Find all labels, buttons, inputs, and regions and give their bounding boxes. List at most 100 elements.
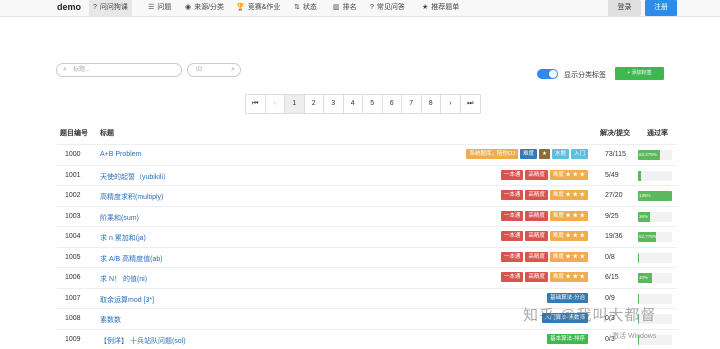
nav-contest[interactable]: 🏆竞赛&作业: [232, 0, 284, 16]
pass-rate-bar: 63.478%: [638, 150, 672, 160]
problem-title-link[interactable]: 求 A/B 高精度值(ab): [100, 254, 163, 264]
problem-title-link[interactable]: 阶乘和(sum): [100, 213, 139, 223]
tag-list: 基本算法-排序: [547, 334, 588, 344]
tag-badge[interactable]: 难度 ★ ★ ★: [550, 190, 588, 200]
tag-badge[interactable]: 高精度: [525, 231, 548, 241]
tag-badge[interactable]: 难度 ★ ★ ★: [550, 272, 588, 282]
add-tag-button[interactable]: + 添加标签: [615, 67, 664, 80]
page-button[interactable]: 1: [285, 95, 305, 113]
header-submit: 解决/提交: [600, 128, 630, 138]
tag-badge[interactable]: 水题: [552, 149, 569, 159]
tag-badge[interactable]: 难度 ★ ★ ★: [550, 211, 588, 221]
nav-status[interactable]: ⇅状态: [290, 0, 321, 16]
tag-badge[interactable]: 入门: [571, 149, 588, 159]
problem-title-link[interactable]: A+B Problem: [100, 151, 141, 158]
tag-badge[interactable]: 难度: [520, 149, 537, 159]
solved-submitted: 0/9: [605, 295, 615, 302]
search-input[interactable]: ⌕ 标题...: [56, 63, 182, 77]
table-row: 1004 求 n 累加和(ja) 一本通高精度难度 ★ ★ ★ 19/36 52…: [57, 226, 677, 247]
first-page-icon[interactable]: ⏮: [246, 95, 266, 113]
nav-faq[interactable]: ?常见问答: [366, 0, 409, 16]
problem-id: 1005: [65, 254, 81, 261]
problem-id: 1000: [65, 151, 81, 158]
tag-badge[interactable]: 高精度: [525, 272, 548, 282]
page-button[interactable]: 8: [422, 95, 442, 113]
tag-list: 一本通高精度难度 ★ ★ ★: [501, 252, 588, 262]
id-input[interactable]: ID ⌕: [187, 63, 241, 77]
nav-recommend[interactable]: ★推荐题单: [418, 0, 463, 16]
show-tags-toggle[interactable]: [537, 69, 558, 79]
tag-badge[interactable]: 高精度: [525, 190, 548, 200]
prev-page-icon[interactable]: ‹: [266, 95, 286, 113]
next-page-icon[interactable]: ›: [441, 95, 461, 113]
tag-badge[interactable]: 一本通: [501, 272, 524, 282]
tag-badge[interactable]: 一本通: [501, 211, 524, 221]
header-id: 题目编号: [60, 128, 88, 138]
solved-submitted: 27/20: [605, 192, 623, 199]
tag-badge[interactable]: 一本通: [501, 252, 524, 262]
nav-problems[interactable]: ☰问题: [144, 0, 175, 16]
pass-rate-bar: 36%: [638, 212, 672, 222]
tag-badge[interactable]: 高精度: [525, 170, 548, 180]
pass-rate-fill: [638, 171, 641, 181]
page-button[interactable]: 2: [305, 95, 325, 113]
problem-id: 1001: [65, 172, 81, 179]
tag-badge[interactable]: 高精度: [525, 211, 548, 221]
tag-badge[interactable]: 难度 ★ ★ ★: [550, 252, 588, 262]
nav-rank[interactable]: ▥排名: [329, 0, 361, 16]
tag-badge[interactable]: 一本通: [501, 231, 524, 241]
pass-rate-bar: 135%: [638, 191, 672, 201]
nav-questions[interactable]: ?问问狗课: [89, 0, 132, 16]
tag-badge[interactable]: 一本通: [501, 170, 524, 180]
register-button[interactable]: 注册: [645, 0, 677, 16]
header-rate: 通过率: [647, 128, 668, 138]
list-icon: ☰: [148, 4, 154, 11]
tag-badge[interactable]: 难度 ★ ★ ★: [550, 170, 588, 180]
page-button[interactable]: 3: [324, 95, 344, 113]
exchange-icon: ⇅: [294, 4, 300, 11]
solved-submitted: 9/25: [605, 213, 619, 220]
pass-rate-bar: 40%: [638, 273, 672, 283]
problem-id: 1002: [65, 192, 81, 199]
tag-badge[interactable]: 基本算法-排序: [547, 334, 588, 344]
problem-title-link[interactable]: 素数数: [100, 315, 121, 325]
page-button[interactable]: 6: [383, 95, 403, 113]
tag-list: 一本通高精度难度 ★ ★ ★: [501, 211, 588, 221]
globe-icon: ◉: [185, 4, 191, 11]
table-row: 1005 求 A/B 高精度值(ab) 一本通高精度难度 ★ ★ ★ 0/8: [57, 247, 677, 268]
tag-badge[interactable]: 基础算法-分治: [547, 293, 588, 303]
login-button[interactable]: 登录: [608, 0, 641, 16]
problem-title-link[interactable]: 取余运算mod [3*]: [100, 295, 154, 305]
id-placeholder: ID: [196, 67, 202, 73]
page-button[interactable]: 7: [402, 95, 422, 113]
table-row: 1006 求 N！ 的值(ni) 一本通高精度难度 ★ ★ ★ 6/15 40%: [57, 267, 677, 288]
tag-list: 一本通高精度难度 ★ ★ ★: [501, 231, 588, 241]
problem-id: 1008: [65, 315, 81, 322]
tag-badge[interactable]: 高精度: [525, 252, 548, 262]
table-row: 1003 阶乘和(sum) 一本通高精度难度 ★ ★ ★ 9/25 36%: [57, 206, 677, 227]
page-button[interactable]: 5: [363, 95, 383, 113]
problem-title-link[interactable]: 求 N！ 的值(ni): [100, 274, 147, 284]
table-row: 1009 【例洋】 十兵站队问题(sol) 基本算法-排序 0/3: [57, 329, 677, 349]
tag-badge[interactable]: 系统题库，陪你OJ: [466, 149, 518, 159]
pass-rate-fill: 135%: [638, 191, 672, 201]
tag-badge[interactable]: 一本通: [501, 190, 524, 200]
nav-label: 推荐题单: [431, 4, 459, 11]
last-page-icon[interactable]: ⏭: [461, 95, 481, 113]
nav-source[interactable]: ◉来源/分类: [181, 0, 228, 16]
problem-title-link[interactable]: 【例洋】 十兵站队问题(sol): [100, 336, 186, 346]
nav-label: 问题: [157, 4, 171, 11]
problem-title-link[interactable]: 天使的起誓（yubikili）: [100, 172, 170, 182]
problem-id: 1004: [65, 233, 81, 240]
brand-logo[interactable]: demo: [57, 2, 81, 12]
page-button[interactable]: 4: [344, 95, 364, 113]
problem-id: 1003: [65, 213, 81, 220]
problem-title-link[interactable]: 高精度求积(multiply): [100, 192, 163, 202]
tag-badge[interactable]: ★: [539, 149, 550, 159]
table-row: 1001 天使的起誓（yubikili） 一本通高精度难度 ★ ★ ★ 5/49: [57, 165, 677, 186]
tag-badge[interactable]: 难度 ★ ★ ★: [550, 231, 588, 241]
problem-title-link[interactable]: 求 n 累加和(ja): [100, 233, 146, 243]
star-icon: ★: [422, 4, 428, 11]
table-row: 1000 A+B Problem 系统题库，陪你OJ难度★水题入门 73/115…: [57, 144, 677, 165]
nav-label: 竞赛&作业: [248, 4, 281, 11]
